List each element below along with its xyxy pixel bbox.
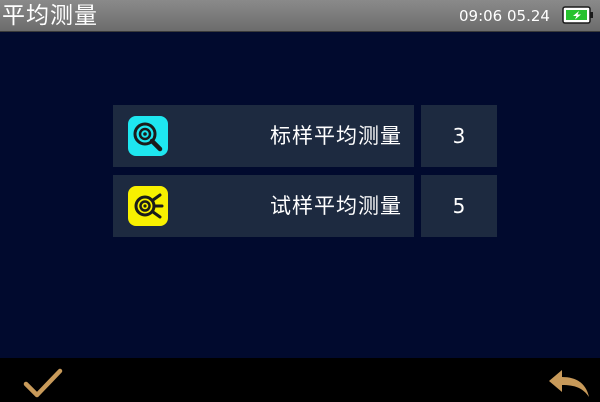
title-bar: 平均测量 09:06 05.24 — [0, 0, 600, 32]
bottom-bar — [0, 358, 600, 402]
test-sample-label: 试样平均测量 — [270, 194, 402, 218]
test-sample-icon — [128, 186, 168, 226]
test-sample-count[interactable]: 5 — [421, 175, 497, 237]
test-sample-label-cell[interactable]: 试样平均测量 — [113, 175, 414, 237]
battery-charging-icon — [562, 4, 594, 26]
standard-sample-label-cell[interactable]: 标样平均测量 — [113, 105, 414, 167]
back-arrow-icon[interactable] — [546, 366, 592, 400]
page-title: 平均测量 — [2, 3, 98, 29]
standard-sample-count[interactable]: 3 — [421, 105, 497, 167]
clock-readout: 09:06 05.24 — [459, 7, 550, 25]
standard-sample-icon — [128, 116, 168, 156]
test-sample-row[interactable]: 试样平均测量 5 — [113, 175, 497, 237]
standard-sample-row[interactable]: 标样平均测量 3 — [113, 105, 497, 167]
checkmark-icon[interactable] — [22, 366, 64, 400]
standard-sample-label: 标样平均测量 — [270, 124, 402, 148]
